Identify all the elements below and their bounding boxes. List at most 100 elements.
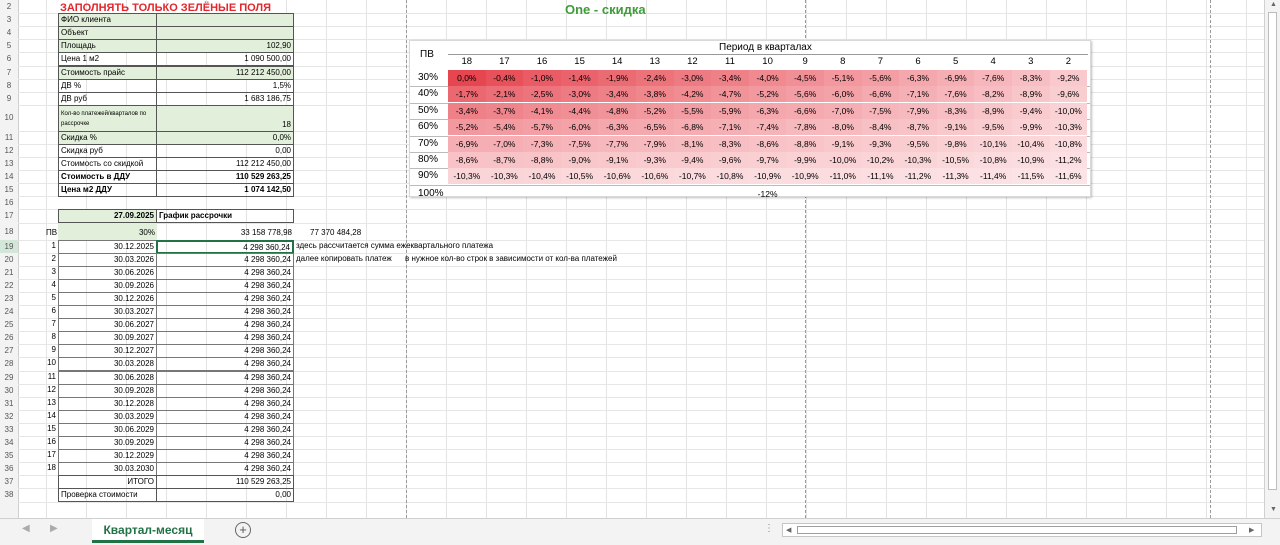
discount-cell[interactable]: -8,3% — [711, 135, 749, 152]
param-value[interactable] — [156, 26, 294, 41]
payment-amount[interactable]: 4 298 360,24 — [156, 239, 294, 254]
payment-date[interactable]: 30.03.2026 — [58, 252, 157, 267]
param-value[interactable]: 1 090 500,00 — [156, 52, 294, 67]
discount-cell[interactable]: -5,1% — [824, 70, 862, 86]
discount-cell[interactable]: -9,7% — [748, 152, 787, 168]
discount-cell[interactable]: -11,1% — [861, 168, 900, 185]
param-value[interactable]: 102,90 — [156, 39, 294, 54]
payment-amount[interactable]: 4 298 360,24 — [156, 383, 294, 398]
payment-amount[interactable]: 4 298 360,24 — [156, 344, 294, 359]
row-header[interactable]: 11 — [0, 131, 18, 144]
discount-cell[interactable]: -10,1% — [974, 135, 1012, 152]
payment-amount[interactable]: 4 298 360,24 — [156, 462, 294, 477]
discount-cell[interactable]: -9,1% — [936, 119, 975, 136]
payment-amount[interactable]: 4 298 360,24 — [156, 396, 294, 411]
payment-date[interactable]: 30.09.2026 — [58, 278, 157, 293]
discount-cell[interactable]: -11,4% — [974, 168, 1012, 185]
discount-table-title[interactable]: One - скидка — [565, 2, 646, 17]
discount-cell[interactable]: -10,5% — [936, 152, 975, 168]
discount-cell[interactable]: -9,1% — [598, 152, 636, 168]
row-header[interactable]: 38 — [0, 488, 18, 501]
discount-cell[interactable]: -5,9% — [711, 102, 749, 119]
more-options-icon[interactable]: ⋮ — [764, 523, 774, 534]
discount-cell[interactable]: -4,8% — [598, 102, 636, 119]
discount-cell[interactable]: -7,1% — [899, 86, 937, 103]
discount-cell[interactable]: -5,5% — [673, 102, 712, 119]
discount-cell[interactable]: -4,1% — [523, 102, 561, 119]
discount-cell[interactable]: 0,0% — [448, 70, 486, 86]
discount-cell[interactable]: -10,9% — [1012, 152, 1050, 168]
vertical-scroll-thumb[interactable] — [1268, 12, 1277, 490]
discount-cell[interactable]: -8,7% — [485, 152, 524, 168]
row-header[interactable]: 7 — [0, 66, 18, 79]
discount-cell[interactable]: -10,0% — [1049, 102, 1088, 119]
row-header[interactable]: 34 — [0, 436, 18, 449]
discount-cell[interactable]: -8,1% — [673, 135, 712, 152]
discount-cell[interactable]: -5,4% — [485, 119, 524, 136]
discount-cell[interactable]: -10,7% — [673, 168, 712, 185]
row-header[interactable]: 12 — [0, 144, 18, 157]
discount-cell[interactable]: -10,6% — [598, 168, 636, 185]
discount-cell[interactable]: -0,4% — [485, 70, 524, 86]
param-value[interactable]: 1,5% — [156, 78, 294, 93]
row-header[interactable]: 2 — [0, 0, 18, 13]
payment-amount[interactable]: 4 298 360,24 — [156, 291, 294, 306]
row-header[interactable]: 33 — [0, 423, 18, 436]
payment-amount[interactable]: 4 298 360,24 — [156, 370, 294, 385]
row-header[interactable]: 24 — [0, 305, 18, 318]
discount-cell[interactable]: -6,3% — [899, 70, 937, 86]
discount-cell[interactable]: -10,3% — [485, 168, 524, 185]
discount-cell[interactable]: -7,4% — [748, 119, 787, 136]
param-value[interactable]: 112 212 450,00 — [156, 65, 294, 80]
discount-cell[interactable]: -7,7% — [598, 135, 636, 152]
discount-cell[interactable]: -9,8% — [936, 135, 975, 152]
payment-date[interactable]: 30.12.2027 — [58, 344, 157, 359]
payment-date[interactable]: 30.12.2029 — [58, 449, 157, 464]
discount-cell[interactable]: -6,3% — [748, 102, 787, 119]
payment-date[interactable]: 30.09.2028 — [58, 383, 157, 398]
payment-date[interactable]: 30.12.2025 — [58, 239, 157, 254]
discount-cell[interactable]: -8,6% — [748, 135, 787, 152]
discount-cell[interactable]: -1,7% — [448, 86, 486, 103]
discount-cell[interactable]: -6,9% — [448, 135, 486, 152]
discount-cell[interactable]: -8,4% — [861, 119, 900, 136]
schedule-start-date[interactable]: 27.09.2025 — [58, 209, 157, 224]
payment-date[interactable]: 30.06.2029 — [58, 422, 157, 437]
discount-cell[interactable]: -7,9% — [899, 102, 937, 119]
discount-cell[interactable]: -8,9% — [974, 102, 1012, 119]
vertical-scrollbar[interactable]: ▲ ▼ — [1264, 0, 1280, 518]
discount-cell[interactable]: -7,5% — [861, 102, 900, 119]
discount-cell[interactable]: -10,3% — [1049, 119, 1088, 136]
payment-date[interactable]: 30.09.2029 — [58, 436, 157, 451]
discount-cell[interactable]: -10,4% — [523, 168, 561, 185]
param-value[interactable] — [156, 13, 294, 28]
payment-date[interactable]: 30.03.2027 — [58, 305, 157, 320]
discount-cell[interactable]: -10,8% — [1049, 135, 1088, 152]
discount-cell[interactable]: -7,0% — [485, 135, 524, 152]
discount-cell[interactable]: -10,5% — [560, 168, 599, 185]
pv-percent[interactable]: 30% — [58, 222, 157, 240]
scroll-left-icon[interactable]: ◀ — [786, 526, 791, 534]
discount-cell[interactable]: -10,9% — [748, 168, 787, 185]
row-header[interactable]: 3 — [0, 13, 18, 26]
row-header[interactable]: 25 — [0, 318, 18, 331]
row-header[interactable]: 5 — [0, 39, 18, 52]
discount-cell[interactable]: -6,5% — [636, 119, 674, 136]
payment-amount[interactable]: 4 298 360,24 — [156, 449, 294, 464]
discount-cell[interactable]: -11,3% — [936, 168, 975, 185]
discount-cell[interactable]: -5,6% — [861, 70, 900, 86]
discount-cell[interactable]: -8,0% — [824, 119, 862, 136]
payment-date[interactable]: 30.06.2026 — [58, 265, 157, 280]
discount-cell[interactable]: -2,4% — [636, 70, 674, 86]
discount-cell[interactable]: -9,9% — [786, 152, 824, 168]
row-header[interactable]: 13 — [0, 157, 18, 170]
discount-cell[interactable]: -5,2% — [448, 119, 486, 136]
discount-cell[interactable]: -4,2% — [673, 86, 712, 103]
full-payment-discount[interactable]: -12% — [749, 189, 787, 199]
discount-cell[interactable]: -3,4% — [598, 86, 636, 103]
discount-cell[interactable]: -7,0% — [824, 102, 862, 119]
row-header[interactable]: 16 — [0, 196, 18, 209]
discount-cell[interactable]: -8,3% — [1012, 70, 1050, 86]
discount-cell[interactable]: -9,9% — [1012, 119, 1050, 136]
param-value[interactable]: 1 683 186,75 — [156, 91, 294, 106]
